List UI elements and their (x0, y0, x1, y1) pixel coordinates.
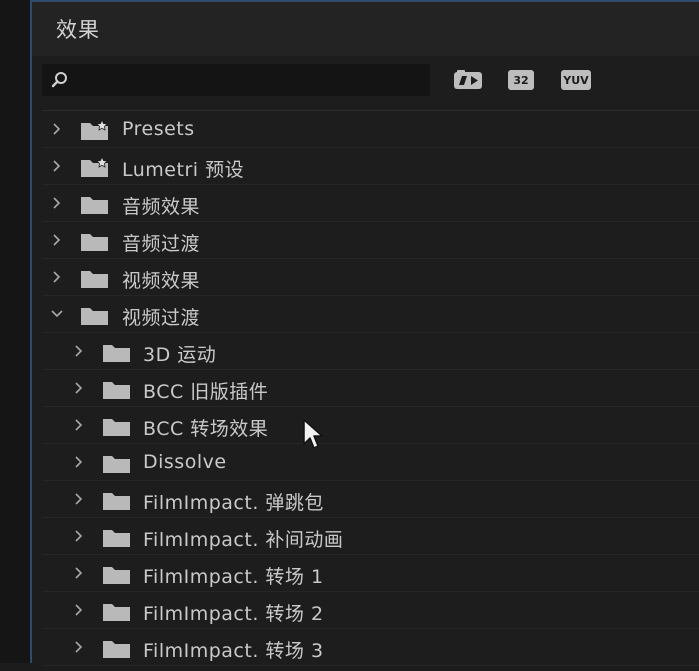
chevron-right-icon[interactable] (70, 416, 88, 434)
tree-item-audio-effects[interactable]: 音频效果 (42, 185, 699, 222)
folder-icon (103, 419, 130, 436)
panel-header: 效果 (32, 2, 699, 56)
tree-item-label: FilmImpact. 转场 3 (143, 640, 324, 662)
chevron-right-icon[interactable] (48, 120, 66, 138)
chevron-right-icon[interactable] (70, 490, 88, 508)
mouse-cursor-icon (303, 419, 323, 449)
folder-icon (103, 493, 130, 510)
tree-item-label: 音频效果 (122, 196, 201, 218)
tree-item-3d-motion[interactable]: 3D 运动 (42, 333, 699, 370)
tree-item-presets[interactable]: Presets (42, 111, 699, 148)
effects-panel: 效果 32 YUV Presets Lumetri 预设 音频效果 音频过渡 视… (30, 0, 699, 666)
tree-item-filmimpact-transitions-3[interactable]: FilmImpact. 转场 3 (42, 629, 699, 666)
tree-item-label: FilmImpact. 转场 1 (143, 566, 324, 588)
preset-folder-icon (81, 119, 108, 140)
tree-item-lumetri-presets[interactable]: Lumetri 预设 (42, 148, 699, 185)
tree-item-dissolve[interactable]: Dissolve (42, 444, 699, 481)
chevron-right-icon[interactable] (48, 194, 66, 212)
tree-item-label: FilmImpact. 弹跳包 (143, 492, 324, 514)
tree-item-video-effects[interactable]: 视频效果 (42, 259, 699, 296)
32bit-color-filter-button[interactable]: 32 (505, 66, 537, 94)
accelerated-effects-filter-button[interactable] (452, 66, 484, 94)
tree-item-filmimpact-transitions-2[interactable]: FilmImpact. 转场 2 (42, 592, 699, 629)
chevron-right-icon[interactable] (70, 638, 88, 656)
yuv-icon: YUV (561, 70, 591, 90)
folder-icon (103, 382, 130, 399)
accelerated-effects-icon (454, 70, 482, 89)
folder-icon (81, 308, 108, 325)
search-row: 32 YUV (42, 64, 692, 98)
tree-item-label: 音频过渡 (122, 233, 201, 255)
panel-title: 效果 (56, 18, 100, 42)
folder-icon (81, 234, 108, 251)
tree-item-video-transitions[interactable]: 视频过渡 (42, 296, 699, 333)
tree-item-label: BCC 旧版插件 (143, 381, 269, 403)
folder-icon (81, 197, 108, 214)
tree-item-label: BCC 转场效果 (143, 418, 269, 440)
tree-item-bcc-transitions[interactable]: BCC 转场效果 (42, 407, 699, 444)
tree-item-label: FilmImpact. 转场 2 (143, 603, 324, 625)
tree-item-label: Presets (122, 118, 195, 140)
tree-item-label: 视频过渡 (122, 307, 201, 329)
yuv-filter-button[interactable]: YUV (560, 66, 592, 94)
tree-item-filmimpact-transitions-1[interactable]: FilmImpact. 转场 1 (42, 555, 699, 592)
chevron-right-icon[interactable] (70, 564, 88, 582)
search-icon (51, 72, 67, 88)
search-box[interactable] (42, 64, 430, 96)
chevron-right-icon[interactable] (70, 527, 88, 545)
chevron-right-icon[interactable] (70, 453, 88, 471)
effects-tree: Presets Lumetri 预设 音频效果 音频过渡 视频效果 视频过渡 3… (42, 110, 699, 671)
folder-icon (103, 456, 130, 473)
tree-item-label: 3D 运动 (143, 344, 217, 366)
tree-item-label: 视频效果 (122, 270, 201, 292)
folder-icon (81, 271, 108, 288)
32bit-icon: 32 (508, 70, 534, 90)
chevron-right-icon[interactable] (48, 231, 66, 249)
tree-item-label: FilmImpact. 补间动画 (143, 529, 344, 551)
folder-icon (103, 530, 130, 547)
chevron-right-icon[interactable] (70, 601, 88, 619)
tree-item-label: Lumetri 预设 (122, 159, 245, 181)
tree-item-label: Dissolve (143, 451, 227, 473)
tree-item-filmimpact-bounce[interactable]: FilmImpact. 弹跳包 (42, 481, 699, 518)
folder-icon (103, 604, 130, 621)
tree-item-filmimpact-tween[interactable]: FilmImpact. 补间动画 (42, 518, 699, 555)
chevron-right-icon[interactable] (48, 157, 66, 175)
chevron-right-icon[interactable] (48, 268, 66, 286)
tree-item-bcc-legacy[interactable]: BCC 旧版插件 (42, 370, 699, 407)
folder-icon (103, 641, 130, 658)
tree-item-audio-transitions[interactable]: 音频过渡 (42, 222, 699, 259)
preset-folder-icon (81, 156, 108, 177)
chevron-right-icon[interactable] (70, 379, 88, 397)
folder-icon (103, 345, 130, 362)
chevron-down-icon[interactable] (48, 305, 66, 323)
folder-icon (103, 567, 130, 584)
chevron-right-icon[interactable] (70, 342, 88, 360)
search-input[interactable] (76, 68, 420, 94)
left-panel-edge (0, 0, 30, 663)
